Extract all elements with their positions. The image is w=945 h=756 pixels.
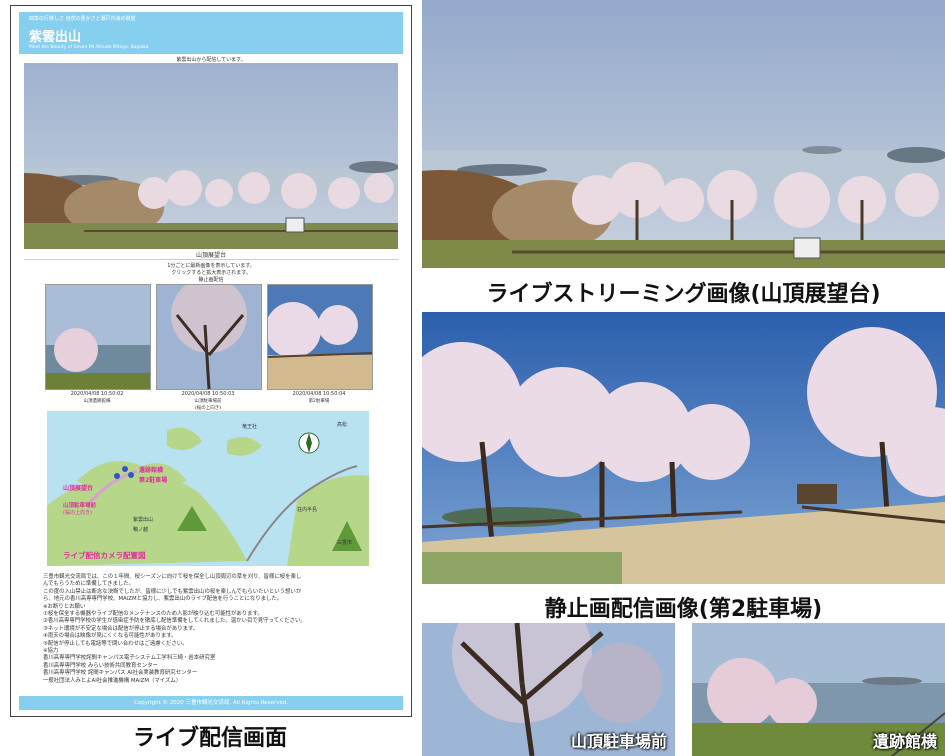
caption-left: ライブ配信画面 <box>132 726 287 751</box>
divider <box>24 259 398 260</box>
thumb-3[interactable] <box>267 284 373 390</box>
photo-museum-side: 遺跡館横 <box>692 623 945 756</box>
map-label-peninsula: 荘内半島 <box>297 507 318 513</box>
site-tagline: 四季の行楽しさ 自然の豊かさと瀬戸内海の眺望 <box>29 16 136 22</box>
map-label-upward: (桜の上向き) <box>63 510 92 516</box>
still-heading: 静止画配信 <box>198 277 224 283</box>
site-subtitle: Meet the Beauty of Seven Mt.Shiude Mitoy… <box>29 45 149 50</box>
notice-line: んでもらうために準備してきました。 <box>43 581 135 588</box>
thumb-1-time: 2020/04/08 10:50:02 <box>70 391 124 397</box>
site-header: 四季の行楽しさ 自然の豊かさと瀬戸内海の眺望 紫雲出山 Meet the Bea… <box>19 12 403 54</box>
thumb-2-time: 2020/04/08 10:50:03 <box>181 391 235 397</box>
photo-label-museum-side: 遺跡館横 <box>872 732 937 751</box>
map-label-mountain: 紫雲出山 <box>133 517 154 523</box>
thumb-3-name: 第2駐車場 <box>308 399 330 404</box>
notice-line: ら、地元の香川高専専門学校、MAiZMと協力し、紫雲出山のライブ配信を行うことに… <box>43 596 283 603</box>
site-footer: Copyright © 2020 三豊市観光交流局. All Rights Re… <box>19 696 403 710</box>
thumb-3-time: 2020/04/08 10:50:04 <box>292 391 346 397</box>
caption-mid-right: 静止画配信画像(第2駐車場) <box>544 597 823 622</box>
map-label-kamo: 鴨ノ越 <box>133 527 149 533</box>
still-notice-2: クリックすると拡大表示されます。 <box>171 270 251 276</box>
site-title[interactable]: 紫雲出山 <box>29 26 81 45</box>
live-streaming-photo <box>422 0 945 268</box>
map-label-parking-front: 山頂駐車場前 <box>63 503 97 509</box>
map-label-summit: 山頂展望台 <box>63 485 94 492</box>
live-stream-image[interactable] <box>24 63 398 249</box>
map-label-museum: 遺跡館横 <box>139 467 164 474</box>
photo-label-parking-front: 山頂駐車場前 <box>570 732 667 751</box>
map-title: ライブ配信カメラ配置図 <box>63 551 146 560</box>
notice-line: 一般社団法人みとよAI社会推進機構 MAiZM（マイズム） <box>43 677 182 684</box>
notice-text: 三豊市観光交流局では、この１年間、桜シーズンに向けて桜を保全し山頂周辺の草を刈り… <box>43 574 383 685</box>
live-notice: 紫雲出山から配信しています。 <box>176 57 246 63</box>
thumb-2[interactable] <box>156 284 262 390</box>
live-caption: 山頂展望台 <box>195 252 226 259</box>
thumb-2-name: 山頂駐車場前 <box>194 399 222 404</box>
notice-line: ④雨天の場合は映像が見にくくなる可能性があります。 <box>43 633 177 640</box>
map-label-takamatsu: 高松 <box>337 422 348 428</box>
camera-map[interactable]: 山頂展望台 遺跡館横 第2駐車場 山頂駐車場前 (桜の上向き) 紫雲出山 竜王社… <box>47 411 369 566</box>
notice-line: ⑤配信が停止しても電話等で問い合わせはご遠慮ください。 <box>43 640 188 647</box>
notice-line: ※お断りとお願い <box>43 603 86 610</box>
notice-line: ②香川高専専門学校の学生が感染症予防を徹底し配信準備をしてくれました。温かい目で… <box>43 618 306 625</box>
thumb-1-name: 山頂遺跡館横 <box>83 399 111 404</box>
website-screenshot: 四季の行楽しさ 自然の豊かさと瀬戸内海の眺望 紫雲出山 Meet the Bea… <box>10 5 412 717</box>
photo-parking-front: 山頂駐車場前 <box>422 623 675 756</box>
map-label-parking2: 第2駐車場 <box>139 477 168 484</box>
notice-line: 香川高専専門学校詫間キャンパス電子システム工学科三崎・岩本研究室 <box>43 655 216 662</box>
map-label-mitoyo: 三豊市 <box>337 540 353 546</box>
caption-top-right: ライブストリーミング画像(山頂展望台) <box>486 282 881 307</box>
still-notice-1: 1分ごとに最新画像を表示しています。 <box>167 263 255 269</box>
map-label-shrine: 竜王社 <box>242 424 258 430</box>
thumb-1[interactable] <box>45 284 151 390</box>
notice-line: 香川高専専門学校 詫間キャンパス AI社会実装教育研究センター <box>43 670 198 677</box>
still-image-photo <box>422 312 945 584</box>
